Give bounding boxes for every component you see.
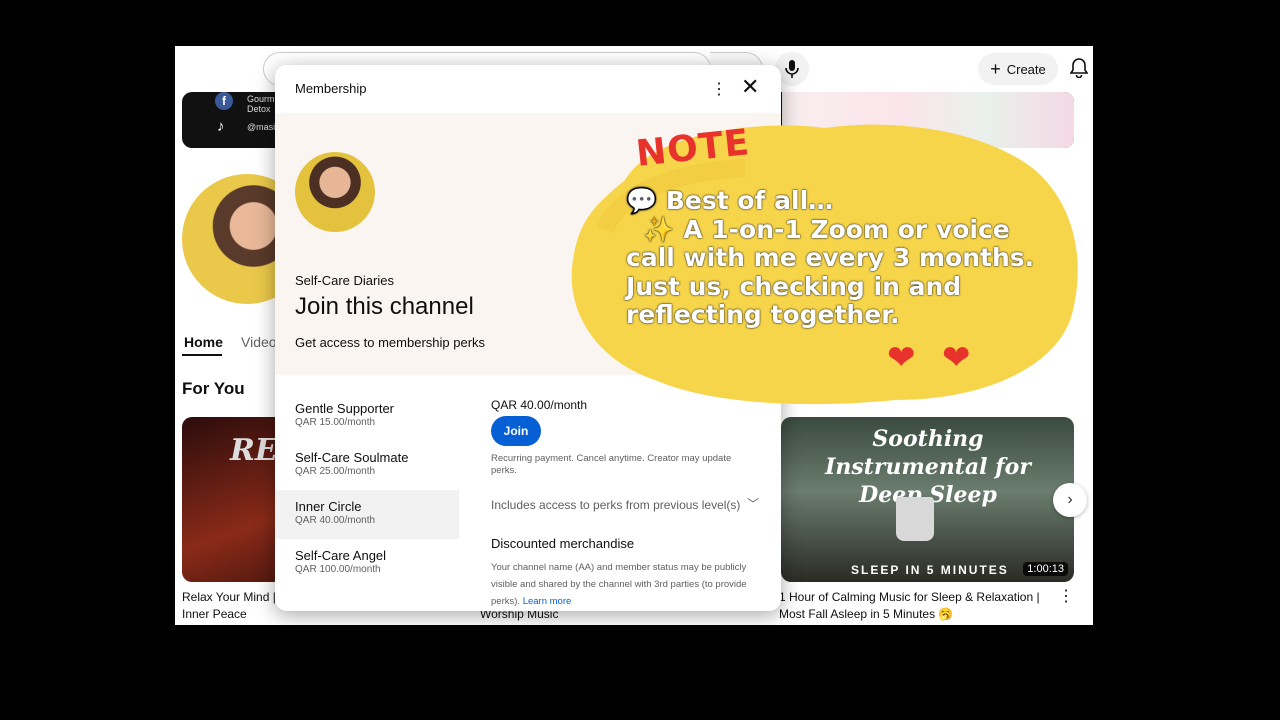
tier-name: Gentle Supporter [295, 401, 395, 416]
tier-price: QAR 15.00/month [295, 417, 376, 428]
tier-list: Gentle Supporter QAR 15.00/month Self-Ca… [275, 392, 459, 588]
chevron-right-icon: › [1067, 491, 1073, 508]
dialog-title: Membership [295, 81, 367, 96]
video-title-line: Most Fall Asleep in 5 Minutes 🥱 [779, 607, 954, 621]
perk-title: Discounted merchandise [491, 536, 635, 551]
video-title[interactable]: 1 Hour of Calming Music for Sleep & Rela… [779, 589, 1040, 623]
tab-videos[interactable]: Video [241, 334, 277, 350]
tier-item[interactable]: Gentle Supporter QAR 15.00/month [275, 392, 459, 441]
banner-handle: @masi [247, 122, 276, 132]
tab-home-underline [182, 354, 222, 356]
tier-item[interactable]: Self-Care Soulmate QAR 25.00/month [275, 441, 459, 490]
create-label: Create [1006, 61, 1046, 77]
facebook-icon: f [215, 92, 233, 110]
tiktok-icon: ♪ [217, 118, 225, 135]
video-thumbnail[interactable]: Soothing Instrumental for Deep Sleep SLE… [781, 417, 1074, 582]
chevron-down-icon[interactable]: ﹀ [747, 495, 759, 512]
banner-text-1: Gourm [247, 94, 275, 104]
tier-name: Self-Care Soulmate [295, 450, 409, 465]
plus-icon: + [990, 59, 1001, 79]
join-subheading: Get access to membership perks [295, 335, 486, 350]
video-title-line: 1 Hour of Calming Music for Sleep & Rela… [779, 590, 1040, 604]
tier-item[interactable]: Self-Care Angel QAR 100.00/month [275, 539, 459, 588]
tab-home[interactable]: Home [184, 334, 223, 350]
close-icon[interactable]: ✕ [741, 76, 759, 98]
tier-price: QAR 40.00/month [295, 515, 376, 526]
carousel-next-button[interactable]: › [1053, 483, 1087, 517]
section-title: For You [182, 379, 245, 398]
thumbnail-subtext: SLEEP IN 5 MINUTES [851, 563, 1009, 577]
recurring-note: Recurring payment. Cancel anytime. Creat… [491, 453, 732, 476]
bell-icon[interactable] [1070, 58, 1088, 78]
learn-more-link[interactable]: Learn more [523, 596, 572, 607]
mug-image [896, 497, 934, 541]
mic-icon [785, 60, 799, 78]
join-button[interactable]: Join [491, 416, 541, 446]
video-duration: 1:00:13 [1023, 562, 1068, 576]
tier-name: Self-Care Angel [295, 548, 387, 563]
channel-name: Self-Care Diaries [295, 273, 394, 288]
join-heading: Join this channel [295, 293, 474, 320]
tier-price: QAR 100.00/month [295, 564, 381, 575]
heart-icon: ❤ [942, 339, 971, 377]
privacy-disclaimer: Your channel name (AA) and member status… [491, 559, 763, 610]
dialog-header: Membership ⋮ ✕ [275, 65, 781, 113]
video-title-line: Inner Peace [182, 607, 247, 621]
includes-perks-toggle[interactable]: Includes access to perks from previous l… [491, 498, 740, 512]
tier-name: Inner Circle [295, 499, 362, 514]
more-options-icon[interactable]: ⋮ [711, 79, 727, 99]
more-options-icon[interactable]: ⋮ [1058, 586, 1074, 606]
video-title[interactable]: Relax Your Mind | Inner Peace [182, 589, 276, 623]
tier-price: QAR 25.00/month [295, 466, 376, 477]
video-title-line: Relax Your Mind | [182, 590, 276, 604]
heart-icon: ❤ [887, 339, 916, 377]
create-button[interactable]: + Create [978, 53, 1058, 85]
avatar [295, 152, 375, 232]
tier-item-selected[interactable]: Inner Circle QAR 40.00/month [275, 490, 459, 539]
note-text: 💬 Best of all… ✨ A 1-on-1 Zoom or voice … [626, 186, 1035, 329]
banner-text-2: Detox [247, 104, 271, 114]
